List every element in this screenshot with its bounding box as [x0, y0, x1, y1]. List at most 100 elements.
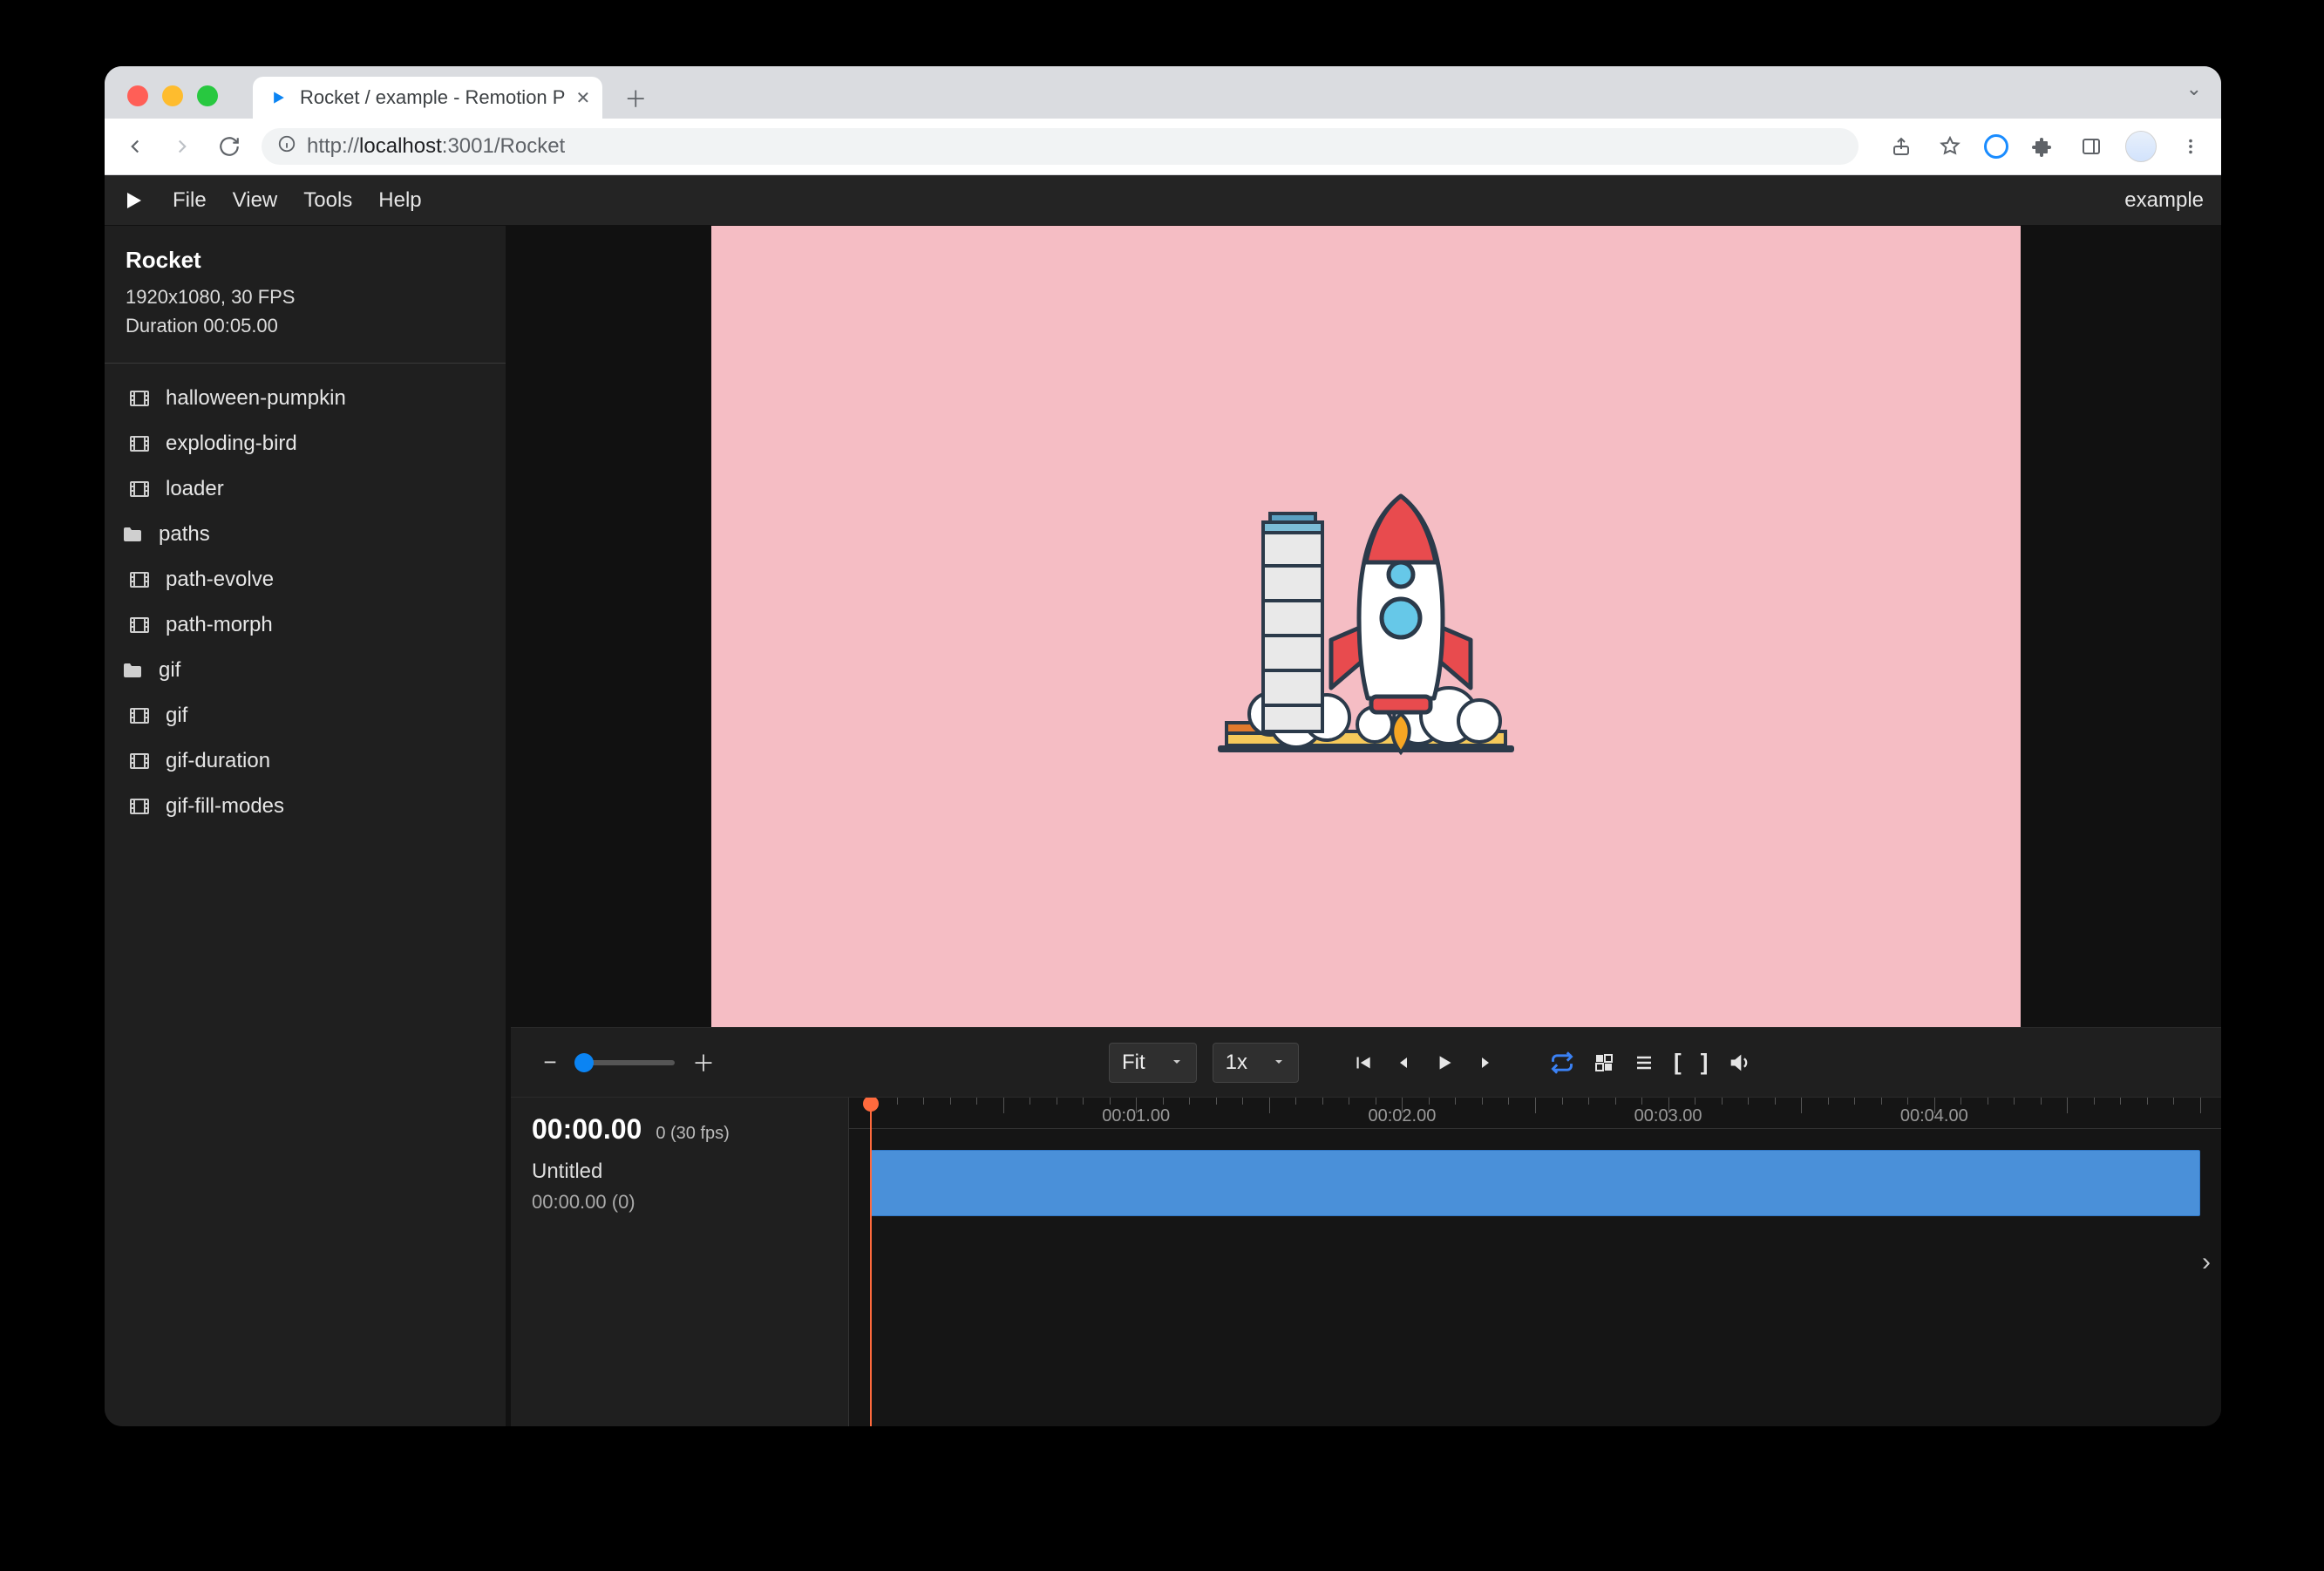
timeline-current-time: 00:00.00 0 (30 fps) — [532, 1113, 827, 1146]
url-text: http://localhost:3001/Rocket — [307, 134, 565, 159]
zoom-slider-thumb[interactable] — [574, 1053, 594, 1072]
sidebar: Rocket 1920x1080, 30 FPS Duration 00:05.… — [105, 226, 511, 1426]
folder-icon — [120, 522, 145, 547]
timeline-ruler[interactable]: 00:01.0000:02.0000:03.0000:04.00 — [849, 1098, 2221, 1129]
puzzle-icon[interactable] — [2028, 132, 2057, 161]
reload-button[interactable] — [214, 132, 244, 161]
sidebar-composition[interactable]: halloween-pumpkin — [105, 376, 506, 421]
zoom-group: − ＋ — [537, 1050, 943, 1076]
chevron-down-icon[interactable]: ⌄ — [2186, 78, 2202, 107]
url-path: :3001/Rocket — [442, 134, 565, 158]
film-icon — [127, 568, 152, 592]
zoom-out-button[interactable]: − — [537, 1050, 563, 1076]
menu-help[interactable]: Help — [378, 188, 421, 213]
timeline-clip[interactable] — [870, 1150, 2200, 1216]
sidebar-item-label: gif-fill-modes — [166, 794, 284, 819]
browser-tab[interactable]: Rocket / example - Remotion P ✕ — [253, 77, 602, 119]
skip-start-button[interactable] — [1351, 1051, 1374, 1074]
close-icon[interactable]: ✕ — [575, 87, 590, 109]
sidepanel-icon[interactable] — [2076, 132, 2106, 161]
checkerboard-button[interactable] — [1594, 1052, 1614, 1073]
new-tab-button[interactable]: ＋ — [620, 82, 651, 113]
fit-dropdown[interactable]: Fit — [1109, 1043, 1197, 1083]
play-triangle-icon — [268, 87, 289, 108]
sidebar-composition[interactable]: exploding-bird — [105, 421, 506, 466]
url-host: localhost — [359, 134, 442, 158]
menu-file[interactable]: File — [173, 188, 207, 213]
next-frame-button[interactable] — [1475, 1052, 1496, 1073]
playback-controls: Fit 1x — [961, 1043, 2195, 1083]
timeline-track-sub: 00:00.00 (0) — [532, 1191, 827, 1214]
sidebar-composition[interactable]: path-evolve — [105, 557, 506, 602]
window-close-button[interactable] — [127, 85, 148, 106]
sidebar-item-label: exploding-bird — [166, 432, 297, 456]
in-point-button[interactable]: [ — [1674, 1049, 1682, 1076]
menu-tools[interactable]: Tools — [303, 188, 352, 213]
timeline-fps-label: 0 (30 fps) — [656, 1124, 729, 1144]
zoom-slider[interactable] — [579, 1060, 675, 1065]
sidebar-item-label: gif — [159, 658, 180, 683]
speed-label: 1x — [1226, 1051, 1247, 1075]
zoom-in-button[interactable]: ＋ — [690, 1050, 717, 1076]
composition-duration: Duration 00:05.00 — [126, 311, 485, 340]
sidebar-item-label: path-morph — [166, 613, 273, 637]
profile-avatar[interactable] — [2125, 131, 2157, 162]
timeline-playhead[interactable] — [870, 1098, 872, 1426]
tab-title: Rocket / example - Remotion P — [300, 86, 565, 109]
film-icon — [127, 794, 152, 819]
film-icon — [127, 386, 152, 411]
window-minimize-button[interactable] — [162, 85, 183, 106]
film-icon — [127, 432, 152, 456]
menu-view[interactable]: View — [233, 188, 278, 213]
composition-list: halloween-pumpkin exploding-bird loader pat… — [105, 364, 506, 1426]
play-button[interactable] — [1433, 1051, 1456, 1074]
sidebar-item-label: gif — [166, 704, 187, 728]
sidebar-item-label: path-evolve — [166, 568, 274, 592]
star-icon[interactable] — [1935, 132, 1965, 161]
address-bar[interactable]: http://localhost:3001/Rocket — [262, 128, 1859, 165]
rocket-illustration — [1200, 470, 1532, 784]
remotion-logo-icon[interactable] — [122, 188, 146, 213]
timeline-tracks[interactable]: 00:01.0000:02.0000:03.0000:04.00 › — [849, 1098, 2221, 1426]
sidebar-composition[interactable]: gif — [105, 693, 506, 738]
loop-button[interactable] — [1550, 1051, 1574, 1075]
sidebar-folder[interactable]: paths — [105, 512, 506, 557]
film-icon — [127, 477, 152, 501]
sidebar-item-label: gif-duration — [166, 749, 270, 773]
browser-window: Rocket / example - Remotion P ✕ ＋ ⌄ — [105, 66, 2221, 1426]
timeline: 00:00.00 0 (30 fps) Untitled 00:00.00 (0… — [511, 1097, 2221, 1426]
preview-canvas[interactable] — [711, 226, 2021, 1027]
sidebar-item-label: loader — [166, 477, 224, 501]
onepassword-icon[interactable] — [1984, 134, 2008, 159]
back-button[interactable] — [120, 132, 150, 161]
app-body: Rocket 1920x1080, 30 FPS Duration 00:05.… — [105, 226, 2221, 1426]
sidebar-composition[interactable]: loader — [105, 466, 506, 512]
window-traffic-lights — [127, 85, 218, 106]
film-icon — [127, 613, 152, 637]
kebab-menu-icon[interactable] — [2176, 132, 2205, 161]
project-name-label[interactable]: example — [2124, 188, 2204, 213]
sidebar-folder[interactable]: gif — [105, 648, 506, 693]
chevron-right-icon[interactable]: › — [2202, 1248, 2211, 1277]
speed-dropdown[interactable]: 1x — [1213, 1043, 1299, 1083]
composition-info: Rocket 1920x1080, 30 FPS Duration 00:05.… — [105, 226, 506, 364]
out-point-button[interactable]: ] — [1701, 1049, 1709, 1076]
ruler-tick-label: 00:01.00 — [1102, 1106, 1170, 1126]
site-info-icon[interactable] — [277, 134, 296, 160]
share-icon[interactable] — [1886, 132, 1916, 161]
ruler-tick-label: 00:02.00 — [1368, 1106, 1436, 1126]
composition-title: Rocket — [126, 247, 485, 274]
list-lines-icon[interactable] — [1634, 1052, 1655, 1073]
chevron-down-icon — [1170, 1051, 1184, 1075]
prev-frame-button[interactable] — [1393, 1052, 1414, 1073]
app-menubar: File View Tools Help example — [105, 175, 2221, 226]
window-zoom-button[interactable] — [197, 85, 218, 106]
forward-button[interactable] — [167, 132, 197, 161]
sidebar-composition[interactable]: path-morph — [105, 602, 506, 648]
volume-button[interactable] — [1727, 1051, 1751, 1075]
composition-meta: 1920x1080, 30 FPS — [126, 282, 485, 311]
fit-label: Fit — [1122, 1051, 1145, 1075]
sidebar-composition[interactable]: gif-fill-modes — [105, 784, 506, 829]
canvas-area — [511, 226, 2221, 1027]
sidebar-composition[interactable]: gif-duration — [105, 738, 506, 784]
